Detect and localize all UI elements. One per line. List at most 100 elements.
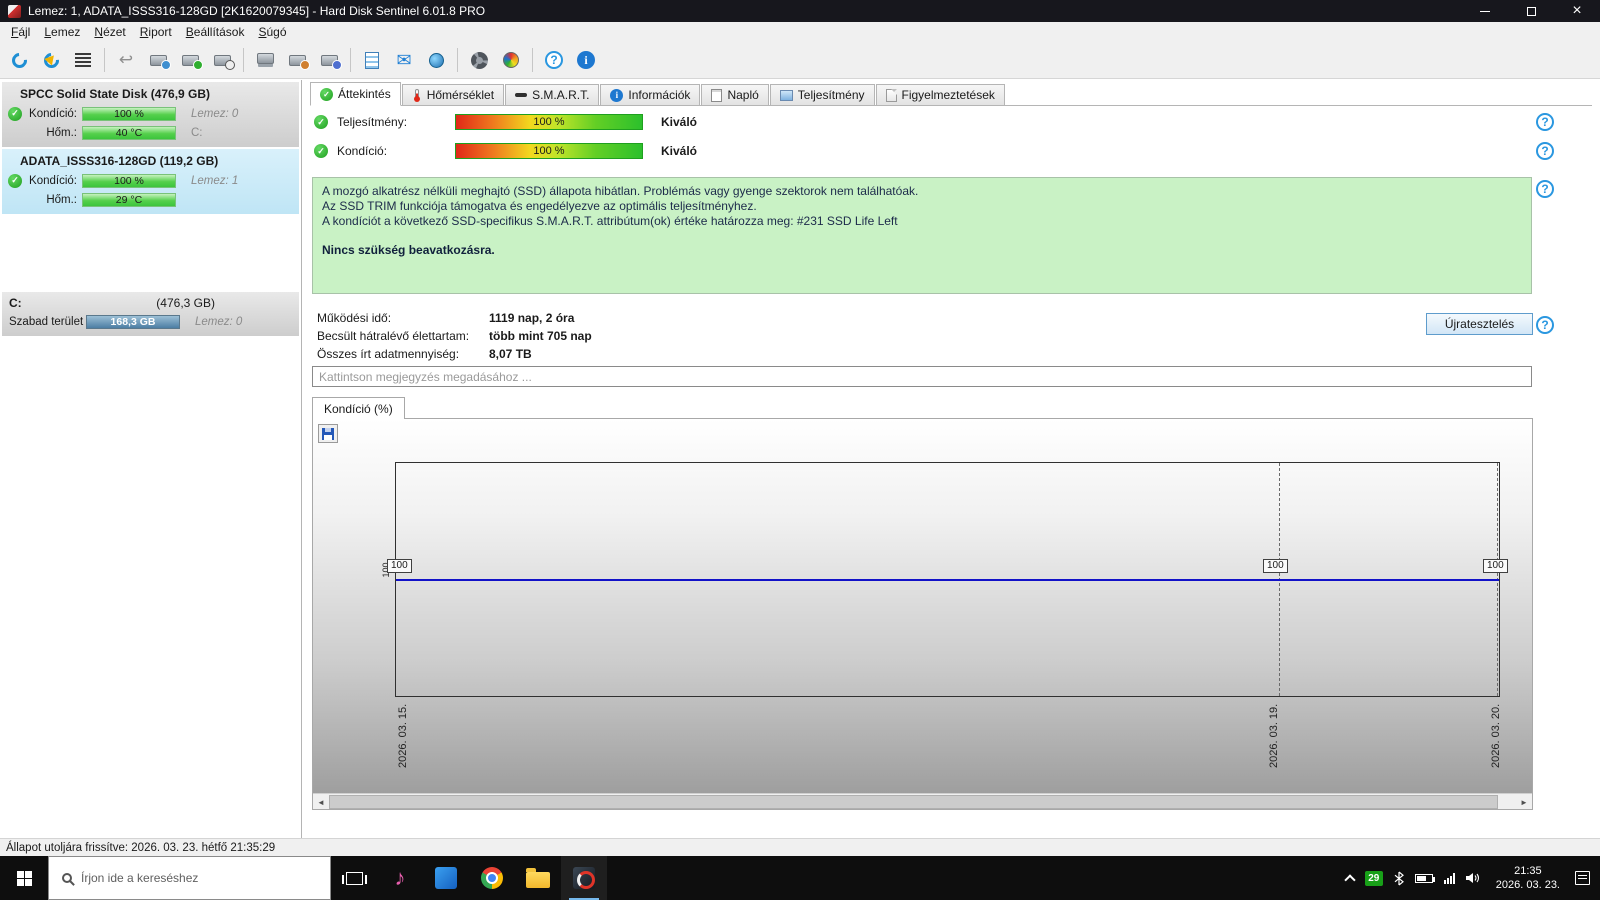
retest-help-icon[interactable] — [1536, 316, 1554, 334]
partition-free-row: Szabad terület 168,3 GB Lemez: 0 — [6, 312, 295, 331]
close-button[interactable] — [1554, 0, 1600, 22]
menu-disk[interactable]: Lemez — [37, 23, 87, 41]
info-button[interactable] — [571, 45, 601, 75]
menu-report[interactable]: Riport — [133, 23, 179, 41]
disk-check-icon — [181, 54, 203, 70]
bluetooth-icon[interactable] — [1394, 871, 1404, 886]
disk-analyze-button[interactable] — [207, 45, 237, 75]
condition-history-chart: 100 100 100 100 2026. 03. 15. 2026. 03. … — [312, 418, 1533, 810]
taskbar-app-hdsentinel[interactable] — [561, 856, 607, 900]
toolbar-separator — [457, 48, 458, 72]
retest-button[interactable]: Újratesztelés — [1426, 313, 1533, 335]
scroll-right-arrow[interactable] — [1516, 794, 1532, 809]
tab-alerts[interactable]: Figyelmeztetések — [875, 84, 1005, 105]
condition-label: Kondíció: — [337, 144, 388, 158]
online-button[interactable] — [421, 45, 451, 75]
disk-schedule-icon — [149, 54, 171, 70]
disk-card-spcc[interactable]: SPCC Solid State Disk (476,9 GB) Kondíci… — [2, 82, 299, 147]
comment-input[interactable] — [312, 366, 1532, 387]
menu-file[interactable]: Fájl — [4, 23, 37, 41]
point-label: 100 — [387, 559, 412, 573]
status-help-icon[interactable] — [1536, 180, 1554, 198]
help-button[interactable] — [539, 45, 569, 75]
minimize-icon — [1480, 10, 1490, 12]
settings-button[interactable] — [464, 45, 494, 75]
tab-information[interactable]: Információk — [600, 84, 701, 105]
window-title: Lemez: 1, ADATA_ISSS316-128GD [2K1620079… — [28, 4, 486, 18]
search-icon — [62, 873, 72, 883]
maximize-button[interactable] — [1508, 0, 1554, 22]
report-button[interactable] — [357, 45, 387, 75]
menu-view[interactable]: Nézet — [87, 23, 132, 41]
save-chart-button[interactable] — [318, 424, 338, 443]
refresh-warning-button[interactable] — [36, 45, 66, 75]
tab-label: Figyelmeztetések — [901, 88, 995, 102]
network-signal-icon[interactable] — [1443, 872, 1455, 884]
hard-disk-sentinel-icon — [573, 867, 595, 889]
taskbar-search[interactable]: Írjon ide a kereséshez — [48, 856, 331, 900]
disk-schedule-button[interactable] — [143, 45, 173, 75]
detail-label: Összes írt adatmennyiség: — [317, 347, 460, 361]
hdsentinel-temp-badge[interactable]: 29 — [1364, 870, 1383, 886]
status-action-line: Nincs szükség beavatkozásra. — [322, 243, 495, 257]
menu-settings[interactable]: Beállítások — [179, 23, 252, 41]
action-center-icon[interactable] — [1575, 871, 1590, 885]
speaker-icon[interactable] — [1465, 872, 1481, 884]
refresh-button[interactable] — [4, 45, 34, 75]
send-email-button[interactable] — [389, 45, 419, 75]
minimize-button[interactable] — [1462, 0, 1508, 22]
disk-temp-row: Hőm.: 40 °C C: — [6, 123, 295, 142]
gauge-button[interactable] — [496, 45, 526, 75]
disk-card-adata-selected[interactable]: ADATA_ISSS316-128GD (119,2 GB) Kondíció:… — [2, 149, 299, 214]
disk-check-button[interactable] — [175, 45, 205, 75]
details-block: Működési idő: 1119 nap, 2 óra Becsült há… — [317, 309, 592, 363]
performance-ok-icon — [314, 115, 328, 129]
performance-help-icon[interactable] — [1536, 113, 1554, 131]
chart-horizontal-scrollbar[interactable] — [313, 793, 1532, 809]
report-icon — [365, 51, 379, 69]
condition-label: Kondíció: — [29, 174, 77, 187]
log-tab-icon — [711, 88, 723, 102]
save-icon — [322, 427, 334, 440]
tab-overview[interactable]: Áttekintés — [310, 82, 401, 106]
undo-icon — [119, 50, 133, 70]
disk-import-button[interactable] — [314, 45, 344, 75]
performance-row: Teljesítmény: 100 % Kiváló — [314, 113, 697, 131]
menu-help[interactable]: Súgó — [251, 23, 293, 41]
taskbar-clock[interactable]: 21:35 2026. 03. 23. — [1492, 864, 1564, 892]
drive-letter: C: — [191, 126, 203, 139]
start-button[interactable] — [0, 856, 48, 900]
disk-number: Lemez: 0 — [191, 107, 239, 120]
partition-card-c[interactable]: C: (476,3 GB) Szabad terület 168,3 GB Le… — [2, 292, 299, 336]
taskbar-app-chrome[interactable] — [469, 856, 515, 900]
tray-expand-chevron-icon[interactable] — [1344, 874, 1356, 886]
performance-label: Teljesítmény: — [337, 115, 408, 129]
detail-value: 8,07 TB — [489, 347, 532, 361]
chart-tab-condition[interactable]: Kondíció (%) — [312, 397, 405, 419]
taskbar-app-music[interactable] — [377, 856, 423, 900]
task-view-icon — [341, 871, 367, 885]
scroll-thumb[interactable] — [329, 795, 1498, 809]
toolbar-separator — [350, 48, 351, 72]
tab-label: S.M.A.R.T. — [532, 88, 590, 102]
status-line: Az SSD TRIM funkciója támogatva és enged… — [322, 199, 757, 213]
disk-copy-button[interactable] — [250, 45, 280, 75]
status-line: A kondíciót a következő SSD-specifikus S… — [322, 214, 898, 228]
taskbar-app-explorer[interactable] — [515, 856, 561, 900]
condition-help-icon[interactable] — [1536, 142, 1554, 160]
health-ok-icon — [8, 106, 22, 121]
scroll-left-arrow[interactable] — [313, 794, 329, 809]
battery-icon[interactable] — [1414, 873, 1435, 883]
refresh-warning-icon — [40, 49, 62, 71]
search-placeholder-text: Írjon ide a kereséshez — [81, 871, 199, 885]
tab-smart[interactable]: S.M.A.R.T. — [505, 84, 600, 105]
tab-log[interactable]: Napló — [701, 84, 769, 105]
partition-size: (476,3 GB) — [156, 296, 215, 310]
tab-performance[interactable]: Teljesítmény — [769, 84, 875, 105]
surface-test-button[interactable] — [68, 45, 98, 75]
task-view-button[interactable] — [331, 856, 377, 900]
tab-temperature[interactable]: Hőmérséklet — [401, 84, 505, 105]
taskbar-app-blue[interactable] — [423, 856, 469, 900]
undo-button[interactable] — [111, 45, 141, 75]
disk-export-button[interactable] — [282, 45, 312, 75]
